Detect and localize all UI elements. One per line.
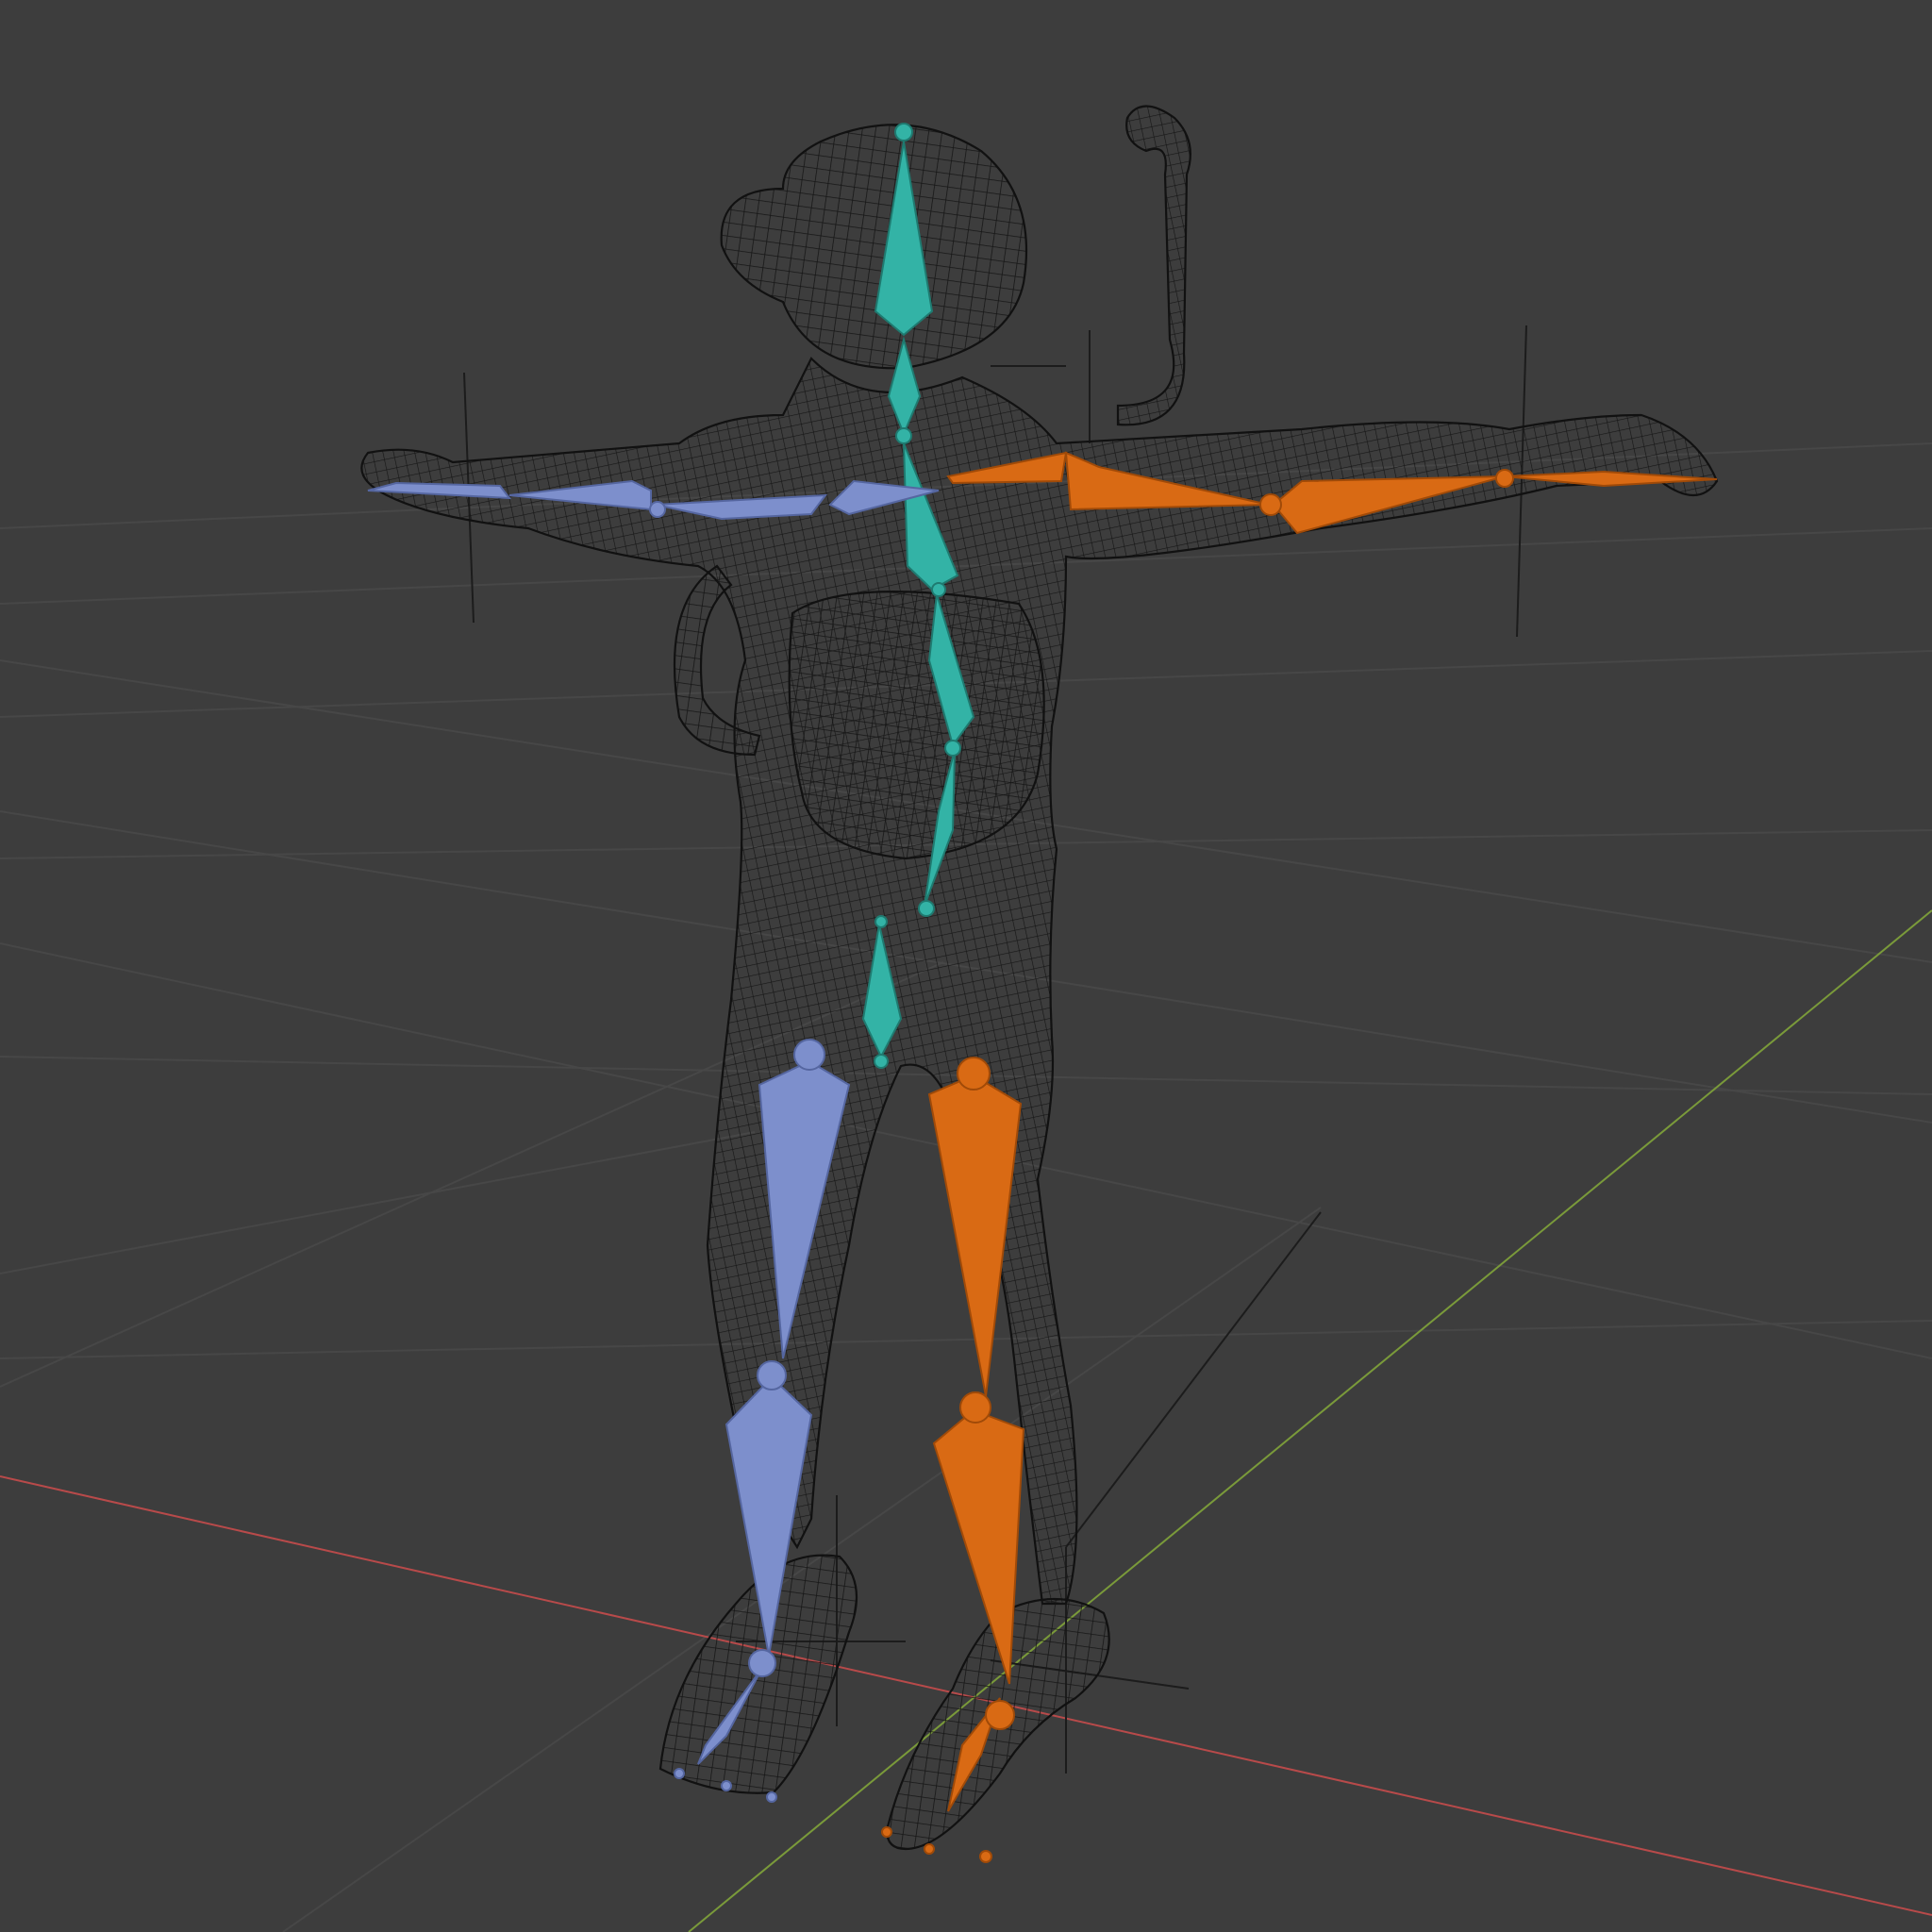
joint-spine[interactable]: [944, 740, 961, 757]
toe-right-1: [881, 1826, 892, 1838]
joint-knee-left[interactable]: [757, 1360, 787, 1391]
joint-chest[interactable]: [931, 582, 946, 597]
toe-right-2: [924, 1843, 935, 1855]
toe-left-2: [721, 1780, 732, 1791]
joint-wrist-right[interactable]: [1495, 469, 1514, 488]
toe-right-3: [979, 1850, 992, 1863]
joint-hip-left[interactable]: [793, 1039, 825, 1071]
toe-left-3: [766, 1791, 777, 1803]
joint-hips-head[interactable]: [874, 915, 888, 928]
joint-elbow-left[interactable]: [649, 501, 666, 518]
joint-knee-right[interactable]: [959, 1391, 991, 1424]
joint-head-tip[interactable]: [894, 123, 913, 142]
joint-pelvis[interactable]: [918, 900, 935, 917]
joint-ankle-left[interactable]: [748, 1649, 776, 1677]
toe-left-1: [674, 1768, 685, 1779]
joint-elbow-right[interactable]: [1259, 493, 1282, 516]
joint-hips-tail[interactable]: [874, 1054, 889, 1069]
joint-neck[interactable]: [895, 427, 912, 444]
joint-hip-right[interactable]: [957, 1057, 991, 1091]
joint-ankle-right[interactable]: [985, 1700, 1015, 1730]
3d-viewport[interactable]: [0, 0, 1932, 1932]
viewport-canvas[interactable]: [0, 0, 1932, 1932]
